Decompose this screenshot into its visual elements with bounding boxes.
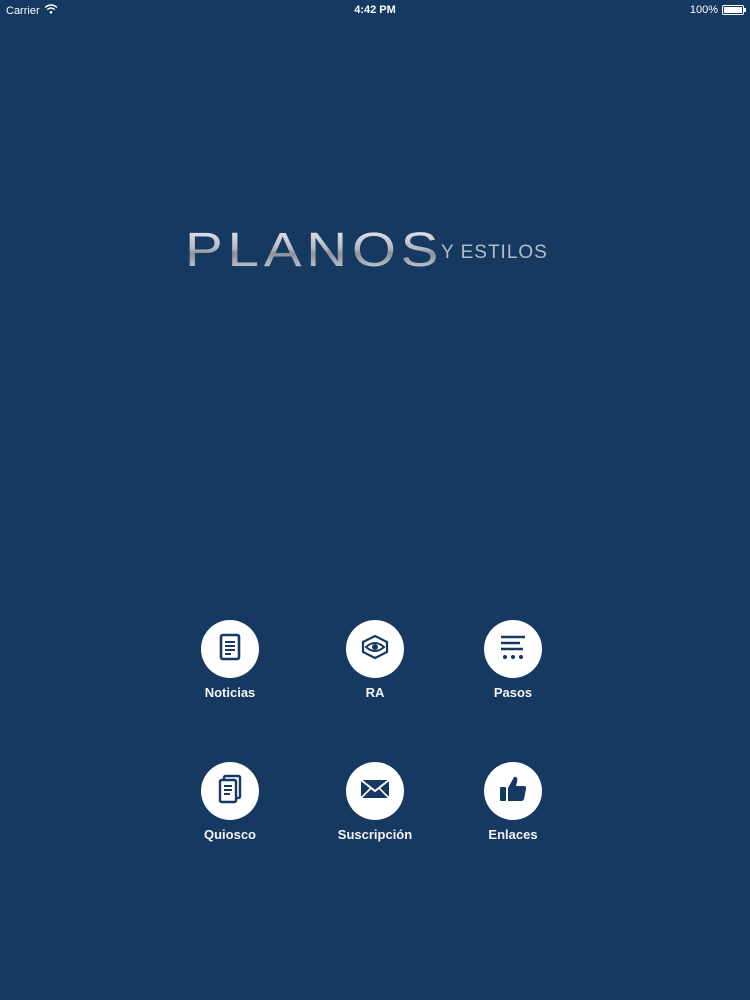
- menu-item-suscripcion[interactable]: Suscripción: [315, 762, 435, 842]
- eye-icon: [359, 634, 391, 665]
- menu-label-ra: RA: [365, 685, 385, 700]
- menu-item-pasos[interactable]: Pasos: [453, 620, 573, 700]
- menu-label-suscripcion: Suscripción: [337, 827, 413, 842]
- logo-sub-text: Y ESTILOS: [441, 242, 548, 263]
- battery-percent: 100%: [689, 4, 718, 16]
- menu-item-ra[interactable]: RA: [315, 620, 435, 700]
- menu-item-quiosco[interactable]: Quiosco: [170, 762, 290, 842]
- menu-circle[interactable]: [484, 762, 542, 820]
- battery-icon: [722, 5, 746, 15]
- status-right: 100%: [689, 4, 746, 16]
- logo-main-text: PLANOS: [185, 224, 444, 277]
- envelope-icon: [359, 777, 391, 806]
- menu-item-enlaces[interactable]: Enlaces: [453, 762, 573, 842]
- menu-circle[interactable]: [346, 620, 404, 678]
- menu-label-quiosco: Quiosco: [203, 827, 256, 842]
- menu-item-noticias[interactable]: Noticias: [170, 620, 290, 700]
- status-bar: Carrier 4:42 PM 100%: [0, 0, 750, 22]
- magazine-icon: [216, 774, 244, 809]
- thumbs-up-icon: [498, 775, 528, 808]
- menu-circle[interactable]: [346, 762, 404, 820]
- menu-circle[interactable]: [484, 620, 542, 678]
- menu-circle[interactable]: [201, 620, 259, 678]
- menu-circle[interactable]: [201, 762, 259, 820]
- menu-label-noticias: Noticias: [204, 685, 256, 700]
- status-time: 4:42 PM: [354, 4, 396, 16]
- battery-fill: [724, 7, 742, 13]
- steps-list-icon: [498, 633, 528, 666]
- app-logo: PLANOS Y ESTILOS: [185, 225, 565, 275]
- document-icon: [217, 633, 243, 666]
- menu-label-pasos: Pasos: [493, 685, 533, 700]
- menu-label-enlaces: Enlaces: [488, 827, 538, 842]
